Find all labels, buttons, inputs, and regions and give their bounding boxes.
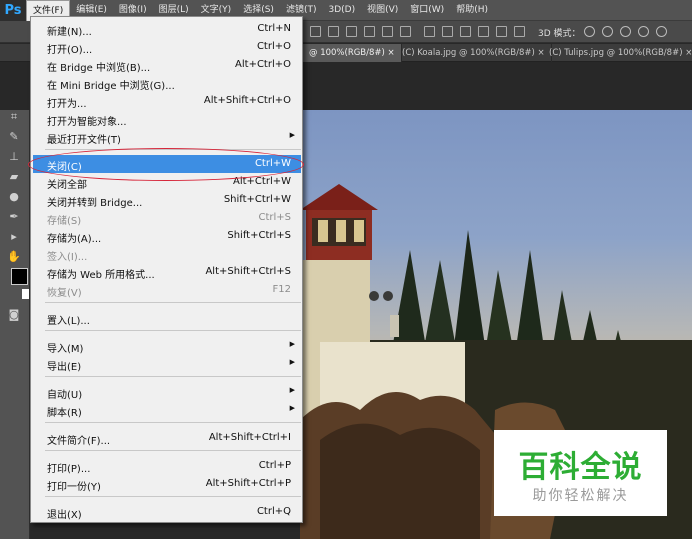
menu-3d[interactable]: 3D(D) bbox=[322, 0, 361, 21]
distribute-vcenter-icon[interactable] bbox=[442, 26, 453, 37]
align-hcenter-icon[interactable] bbox=[382, 26, 393, 37]
tab-koala[interactable]: (C) Koala.jpg @ 100%(RGB/8#) × bbox=[396, 44, 552, 62]
menu-item-open[interactable]: 打开(O)... Ctrl+O bbox=[33, 38, 301, 56]
menu-item-recent-files[interactable]: 最近打开文件(T) ▶ bbox=[33, 128, 301, 146]
menu-item-export[interactable]: 导出(E) ▶ bbox=[33, 355, 301, 373]
menu-separator bbox=[45, 496, 301, 497]
path-select-tool-icon[interactable]: ▸ bbox=[7, 230, 21, 244]
menu-item-print-one-copy[interactable]: 打印一份(Y) Alt+Shift+Ctrl+P bbox=[33, 475, 301, 493]
align-top-icon[interactable] bbox=[310, 26, 321, 37]
menu-separator bbox=[45, 450, 301, 451]
watermark-subtitle: 助你轻松解决 bbox=[532, 488, 629, 504]
menu-window[interactable]: 窗口(W) bbox=[404, 0, 450, 21]
menu-separator bbox=[45, 330, 301, 331]
submenu-arrow-icon: ▶ bbox=[289, 131, 295, 139]
menu-item-close-goto-bridge[interactable]: 关闭并转到 Bridge... Shift+Ctrl+W bbox=[33, 191, 301, 209]
eraser-tool-icon[interactable]: ▰ bbox=[7, 170, 21, 184]
3d-mode-label: 3D 模式： bbox=[538, 29, 581, 39]
tool-panel: ⬚ ◌ ⌗ ✎ ⊥ ▰ ● ✒ ▸ ✋ ◙ bbox=[0, 62, 30, 539]
menu-item-import[interactable]: 导入(M) ▶ bbox=[33, 337, 301, 355]
submenu-arrow-icon: ▶ bbox=[289, 404, 295, 412]
stamp-tool-icon[interactable]: ⊥ bbox=[7, 150, 21, 164]
menu-view[interactable]: 视图(V) bbox=[361, 0, 404, 21]
distribute-bottom-icon[interactable] bbox=[460, 26, 471, 37]
3d-scale-icon[interactable] bbox=[656, 26, 667, 37]
distribute-right-icon[interactable] bbox=[514, 26, 525, 37]
distribute-hcenter-icon[interactable] bbox=[496, 26, 507, 37]
align-bottom-icon[interactable] bbox=[346, 26, 357, 37]
menu-separator bbox=[45, 376, 301, 377]
eyedropper-tool-icon[interactable]: ✎ bbox=[7, 130, 21, 144]
menu-item-scripts[interactable]: 脚本(R) ▶ bbox=[33, 401, 301, 419]
photoshop-logo: Ps bbox=[0, 0, 26, 21]
blur-tool-icon[interactable]: ● bbox=[7, 190, 21, 204]
menu-separator bbox=[45, 422, 301, 423]
menu-item-revert[interactable]: 恢复(V) F12 bbox=[33, 281, 301, 299]
menu-item-browse-bridge[interactable]: 在 Bridge 中浏览(B)... Alt+Ctrl+O bbox=[33, 56, 301, 74]
3d-rotate-icon[interactable] bbox=[584, 26, 595, 37]
align-vcenter-icon[interactable] bbox=[328, 26, 339, 37]
tab-tulips[interactable]: (C) Tulips.jpg @ 100%(RGB/8#) × bbox=[543, 44, 692, 62]
menu-help[interactable]: 帮助(H) bbox=[450, 0, 494, 21]
menu-item-place[interactable]: 置入(L)... bbox=[33, 309, 301, 327]
menu-item-save-for-web[interactable]: 存储为 Web 所用格式... Alt+Shift+Ctrl+S bbox=[33, 263, 301, 281]
menu-item-save[interactable]: 存储(S) Ctrl+S bbox=[33, 209, 301, 227]
menu-item-check-in[interactable]: 签入(I)... bbox=[33, 245, 301, 263]
watermark-logo: 百科全说 助你轻松解决 bbox=[494, 430, 667, 516]
annotation-highlight-ring bbox=[28, 148, 304, 181]
submenu-arrow-icon: ▶ bbox=[289, 358, 295, 366]
distribute-top-icon[interactable] bbox=[424, 26, 435, 37]
menu-item-automate[interactable]: 自动(U) ▶ bbox=[33, 383, 301, 401]
menu-item-new[interactable]: 新建(N)... Ctrl+N bbox=[33, 20, 301, 38]
menu-item-exit[interactable]: 退出(X) Ctrl+Q bbox=[33, 503, 301, 521]
3d-pan-icon[interactable] bbox=[620, 26, 631, 37]
crop-tool-icon[interactable]: ⌗ bbox=[7, 110, 21, 124]
align-left-icon[interactable] bbox=[364, 26, 375, 37]
distribute-left-icon[interactable] bbox=[478, 26, 489, 37]
3d-roll-icon[interactable] bbox=[602, 26, 613, 37]
file-menu-dropdown: 新建(N)... Ctrl+N 打开(O)... Ctrl+O 在 Bridge 中… bbox=[30, 16, 303, 523]
submenu-arrow-icon: ▶ bbox=[289, 340, 295, 348]
tab-document-active[interactable]: @ 100%(RGB/8#) × bbox=[303, 44, 402, 62]
menu-item-open-smart-object[interactable]: 打开为智能对象... bbox=[33, 110, 301, 128]
menu-item-save-as[interactable]: 存储为(A)... Shift+Ctrl+S bbox=[33, 227, 301, 245]
watermark-title: 百科全说 bbox=[518, 450, 643, 485]
menu-separator bbox=[45, 302, 301, 303]
align-right-icon[interactable] bbox=[400, 26, 411, 37]
3d-slide-icon[interactable] bbox=[638, 26, 649, 37]
quick-mask-icon[interactable]: ◙ bbox=[7, 308, 21, 322]
menu-item-browse-mini-bridge[interactable]: 在 Mini Bridge 中浏览(G)... bbox=[33, 74, 301, 92]
menu-item-file-info[interactable]: 文件简介(F)... Alt+Shift+Ctrl+I bbox=[33, 429, 301, 447]
pen-tool-icon[interactable]: ✒ bbox=[7, 210, 21, 224]
background-color-swatch[interactable] bbox=[22, 289, 29, 299]
submenu-arrow-icon: ▶ bbox=[289, 386, 295, 394]
hand-tool-icon[interactable]: ✋ bbox=[7, 250, 21, 264]
menu-item-open-as[interactable]: 打开为... Alt+Shift+Ctrl+O bbox=[33, 92, 301, 110]
menu-item-print[interactable]: 打印(P)... Ctrl+P bbox=[33, 457, 301, 475]
foreground-color-swatch[interactable] bbox=[11, 268, 28, 285]
